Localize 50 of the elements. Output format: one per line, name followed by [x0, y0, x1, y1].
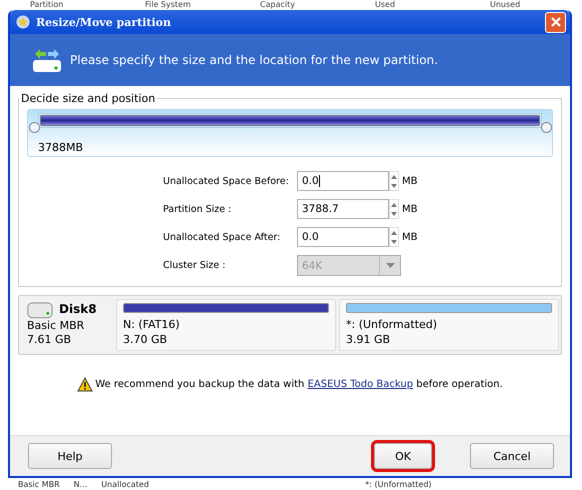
- column-header: File System: [144, 0, 192, 9]
- table-cell: *: (Unformatted): [365, 480, 432, 490]
- partition-size: 3.70 GB: [123, 332, 168, 347]
- field-label: Unallocated Space Before:: [163, 176, 290, 186]
- drive-icon: [32, 46, 62, 74]
- field-label: Partition Size :: [163, 204, 232, 214]
- field-label: Cluster Size :: [163, 260, 226, 271]
- field-label: Unallocated Space After:: [163, 232, 282, 242]
- column-header: Partition: [29, 0, 64, 9]
- down-arrow-icon[interactable]: [391, 212, 397, 216]
- number-field[interactable]: 0.0: [297, 171, 389, 191]
- column-header: Capacity: [259, 0, 296, 9]
- group-title: Decide size and position: [20, 92, 156, 105]
- slider-handle[interactable]: [541, 122, 552, 133]
- disk-size: 7.61 GB: [27, 333, 72, 347]
- unit-label: MB: [402, 176, 418, 186]
- slider-handle[interactable]: [29, 122, 40, 133]
- close-icon[interactable]: [550, 16, 562, 28]
- dialog-button[interactable]: Cancel: [470, 443, 554, 469]
- close-button[interactable]: [545, 12, 566, 32]
- up-arrow-icon[interactable]: [391, 174, 397, 178]
- window-title: Resize/Move partition: [36, 16, 172, 28]
- partition-size-label: 3788MB: [38, 141, 84, 154]
- disk-name: Disk8: [59, 302, 97, 316]
- down-arrow-icon[interactable]: [391, 240, 397, 244]
- backup-notice: We recommend you backup the data with EASEUS Todo Backup before operation.: [95, 379, 503, 390]
- partition-name: N: (FAT16): [123, 317, 181, 332]
- banner-text: Please specify the size and the location for the new partition.: [70, 53, 438, 67]
- partition-block[interactable]: *: (Unformatted) 3.91 GB: [339, 299, 559, 351]
- column-header: Used: [374, 0, 396, 9]
- star-icon: [16, 15, 30, 29]
- unit-label: MB: [402, 204, 418, 214]
- down-arrow-icon[interactable]: [391, 184, 397, 188]
- backup-link[interactable]: EASEUS Todo Backup: [308, 379, 414, 390]
- number-field[interactable]: 3788.7: [297, 199, 389, 219]
- partition-size: 3.91 GB: [346, 332, 392, 347]
- table-cell: Basic MBR: [18, 480, 60, 490]
- unit-label: MB: [402, 232, 418, 242]
- up-arrow-icon[interactable]: [391, 202, 397, 206]
- dialog-button[interactable]: Help: [28, 443, 112, 469]
- up-arrow-icon[interactable]: [391, 230, 397, 234]
- partition-name: *: (Unformatted): [346, 317, 438, 332]
- table-cell: N...: [74, 480, 88, 490]
- warning-icon: [77, 377, 94, 392]
- partition-block[interactable]: N: (FAT16) 3.70 GB: [116, 299, 336, 351]
- column-header: Unused: [489, 0, 522, 9]
- table-cell-text: Unallocated: [101, 480, 150, 490]
- number-field[interactable]: 0.0: [297, 227, 389, 247]
- disk-type: Basic MBR: [27, 319, 86, 333]
- dialog-button[interactable]: OK: [374, 443, 432, 469]
